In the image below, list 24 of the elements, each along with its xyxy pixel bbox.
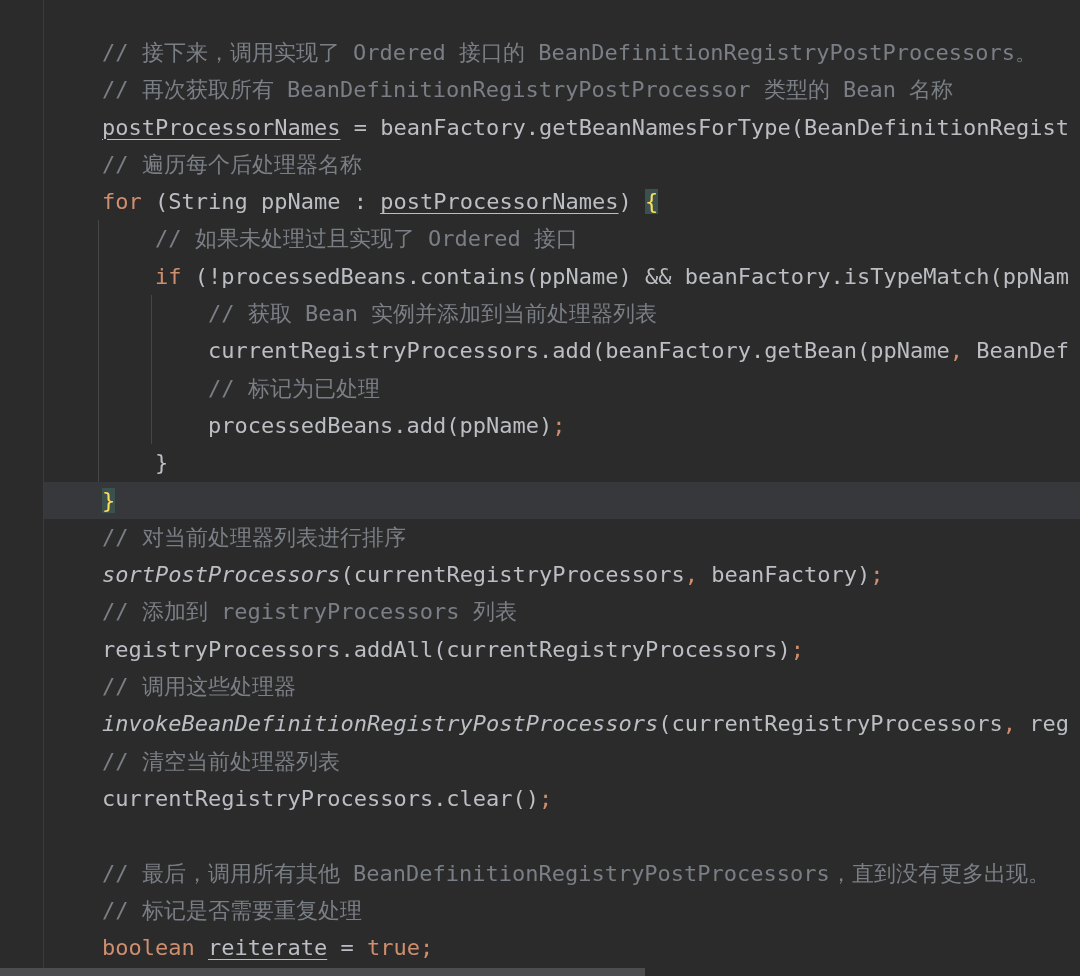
code-line: for (String ppName : postProcessorNames) {	[101, 188, 660, 217]
code-line: // 添加到 registryProcessors 列表	[101, 598, 518, 627]
code-line: // 再次获取所有 BeanDefinitionRegistryPostProcessor 类型的 Bean 名称	[101, 76, 955, 105]
code-line: // 标记是否需要重复处理	[101, 896, 363, 925]
code-line: // 遍历每个后处理器名称	[101, 150, 363, 179]
code-line: // 对当前处理器列表进行排序	[101, 523, 407, 552]
code-line: registryProcessors.addAll(currentRegistryProcessors);	[101, 635, 805, 664]
code-line: // 获取 Bean 实例并添加到当前处理器列表	[207, 300, 659, 329]
code-line: processedBeans.add(ppName);	[207, 411, 567, 440]
code-line: invokeBeanDefinitionRegistryPostProcessors(currentRegistryProcessors, reg	[101, 710, 1070, 739]
code-line: boolean reiterate = true;	[101, 934, 435, 963]
code-line: // 标记为已处理	[207, 374, 381, 403]
code-line: // 调用这些处理器	[101, 673, 297, 702]
code-line: // 接下来，调用实现了 Ordered 接口的 BeanDefinitionRegistryPostProcessors。	[101, 39, 1038, 67]
code-line: // 最后，调用所有其他 BeanDefinitionRegistryPostProcessors，直到没有更多出现。	[101, 859, 1051, 888]
code-line: // 如果未处理过且实现了 Ordered 接口	[154, 225, 579, 254]
code-line: }	[154, 449, 170, 478]
code-line: postProcessorNames = beanFactory.getBeanNamesForType(BeanDefinitionRegist	[101, 113, 1070, 142]
code-line: currentRegistryProcessors.clear();	[101, 784, 554, 813]
code-line: sortPostProcessors(currentRegistryProcessors, beanFactory);	[101, 561, 885, 590]
code-line: currentRegistryProcessors.add(beanFactory.getBean(ppName, BeanDef	[207, 337, 1070, 366]
code-line: // 清空当前处理器列表	[101, 747, 341, 776]
horizontal-scrollbar[interactable]	[0, 968, 645, 976]
code-line: if (!processedBeans.contains(ppName) && beanFactory.isTypeMatch(ppNam	[154, 262, 1070, 291]
